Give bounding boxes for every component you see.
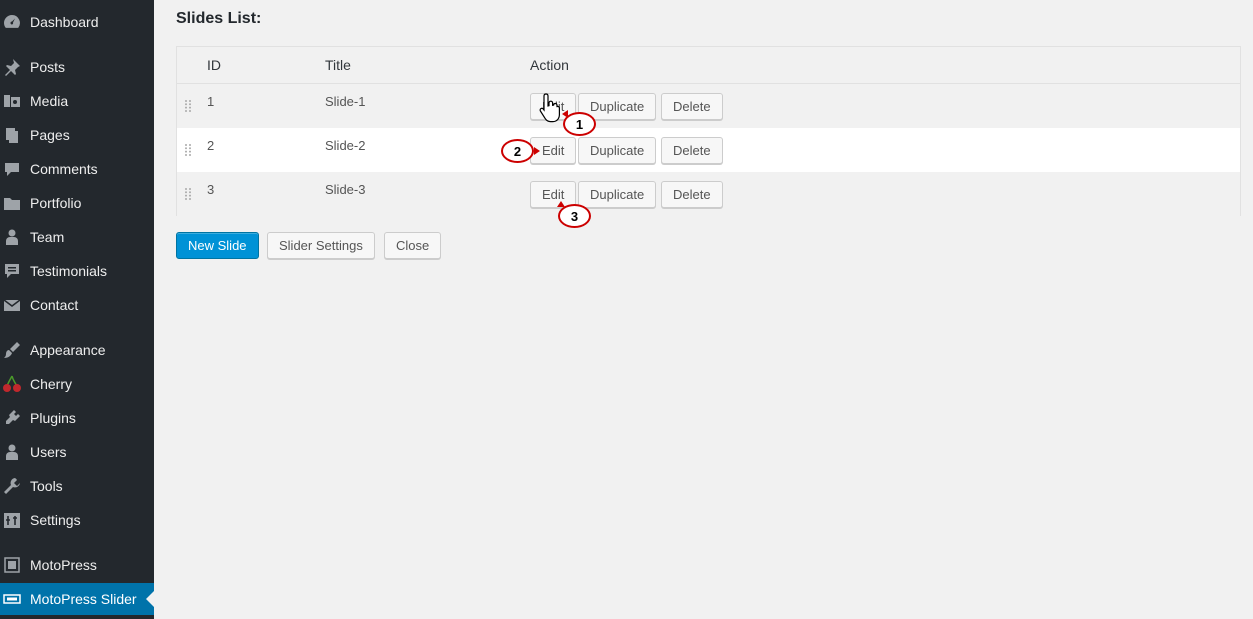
slide-title: Slide-2	[325, 138, 366, 153]
duplicate-button[interactable]: Duplicate	[578, 137, 657, 164]
page-title: Slides List:	[176, 10, 262, 27]
sidebar-item-label: MotoPress	[30, 557, 97, 573]
brush-icon	[3, 341, 21, 359]
sidebar-item-label: Cherry	[30, 376, 73, 392]
sidebar-item-label: Plugins	[30, 410, 76, 426]
sidebar-item-testimonials[interactable]: Testimonials	[0, 255, 154, 287]
sidebar-item-team[interactable]: Team	[0, 221, 154, 253]
callout-pointer	[534, 147, 540, 155]
sidebar-item-pages[interactable]: Pages	[0, 119, 154, 151]
delete-button[interactable]: Delete	[661, 137, 723, 164]
sidebar-item-label: Team	[30, 229, 65, 245]
slides-actions-bar: New Slide Slider Settings Close	[176, 232, 446, 260]
table-row: 3 Slide-3 Edit Duplicate Delete	[177, 172, 1240, 216]
wrench-icon	[3, 477, 21, 495]
sidebar-item-label: Appearance	[30, 342, 106, 358]
sidebar-item-motopress[interactable]: MotoPress	[0, 549, 154, 581]
comment-icon	[3, 160, 21, 178]
drag-handle-icon[interactable]	[184, 143, 192, 157]
slide-title: Slide-1	[325, 94, 366, 109]
sidebar-item-settings[interactable]: Settings	[0, 504, 154, 536]
person-icon	[3, 228, 21, 246]
column-header-title: Title	[325, 57, 351, 73]
callout-badge-1: 1	[563, 112, 596, 136]
sidebar-item-tools[interactable]: Tools	[0, 470, 154, 502]
mail-icon	[3, 296, 21, 314]
users-icon	[3, 443, 21, 461]
plug-icon	[3, 409, 21, 427]
close-button[interactable]: Close	[384, 232, 442, 259]
sidebar-item-plugins[interactable]: Plugins	[0, 402, 154, 434]
duplicate-button[interactable]: Duplicate	[578, 181, 657, 208]
pin-icon	[3, 58, 21, 76]
sidebar-item-posts[interactable]: Posts	[0, 51, 154, 83]
slides-table: ID Title Action 1 Slide-1 Edit Duplicate…	[176, 46, 1241, 216]
sidebar-item-motopress-slider[interactable]: MotoPress Slider	[0, 583, 154, 615]
sidebar-item-label: Users	[30, 444, 67, 460]
sidebar-item-label: Comments	[30, 161, 98, 177]
column-header-action: Action	[530, 57, 569, 73]
slide-title: Slide-3	[325, 182, 366, 197]
delete-button[interactable]: Delete	[661, 93, 723, 120]
callout-badge-3: 3	[558, 204, 591, 228]
slide-id: 2	[207, 138, 215, 153]
slider-settings-button[interactable]: Slider Settings	[267, 232, 375, 259]
sidebar-item-comments[interactable]: Comments	[0, 153, 154, 185]
sidebar-item-label: Media	[30, 93, 69, 109]
sidebar-item-label: Dashboard	[30, 14, 99, 30]
media-icon	[3, 92, 21, 110]
folder-icon	[3, 194, 21, 212]
sidebar-item-label: Settings	[30, 512, 81, 528]
table-row: 1 Slide-1 Edit Duplicate Delete	[177, 84, 1240, 128]
sidebar-item-label: Portfolio	[30, 195, 82, 211]
callout-badge-2: 2	[501, 139, 534, 163]
slide-id: 3	[207, 182, 215, 197]
sidebar-item-label: Contact	[30, 297, 79, 313]
slider-icon	[3, 590, 21, 608]
sidebar-item-contact[interactable]: Contact	[0, 289, 154, 321]
drag-handle-icon[interactable]	[184, 99, 192, 113]
settings-icon	[3, 511, 21, 529]
sidebar-item-label: Pages	[30, 127, 70, 143]
sidebar-item-users[interactable]: Users	[0, 436, 154, 468]
slide-id: 1	[207, 94, 215, 109]
column-header-id: ID	[207, 57, 221, 73]
sidebar-item-portfolio[interactable]: Portfolio	[0, 187, 154, 219]
cherry-icon	[3, 375, 21, 393]
sidebar-item-cherry[interactable]: Cherry	[0, 368, 154, 400]
sidebar-item-label: Testimonials	[30, 263, 108, 279]
sidebar-item-label: MotoPress Slider	[30, 591, 137, 607]
sidebar-item-appearance[interactable]: Appearance	[0, 334, 154, 366]
delete-button[interactable]: Delete	[661, 181, 723, 208]
admin-sidebar: Dashboard Posts Media Pages Comments Por…	[0, 0, 154, 619]
table-row: 2 Slide-2 Edit Duplicate Delete	[177, 128, 1240, 172]
sidebar-item-label: Posts	[30, 59, 66, 75]
sidebar-item-dashboard[interactable]: Dashboard	[0, 6, 154, 38]
motopress-icon	[3, 556, 21, 574]
table-header: ID Title Action	[177, 47, 1240, 84]
new-slide-button[interactable]: New Slide	[176, 232, 259, 259]
sidebar-item-label: Tools	[30, 478, 63, 494]
drag-handle-icon[interactable]	[184, 187, 192, 201]
dashboard-icon	[3, 13, 21, 31]
pages-icon	[3, 126, 21, 144]
sidebar-item-media[interactable]: Media	[0, 85, 154, 117]
testimonial-icon	[3, 262, 21, 280]
